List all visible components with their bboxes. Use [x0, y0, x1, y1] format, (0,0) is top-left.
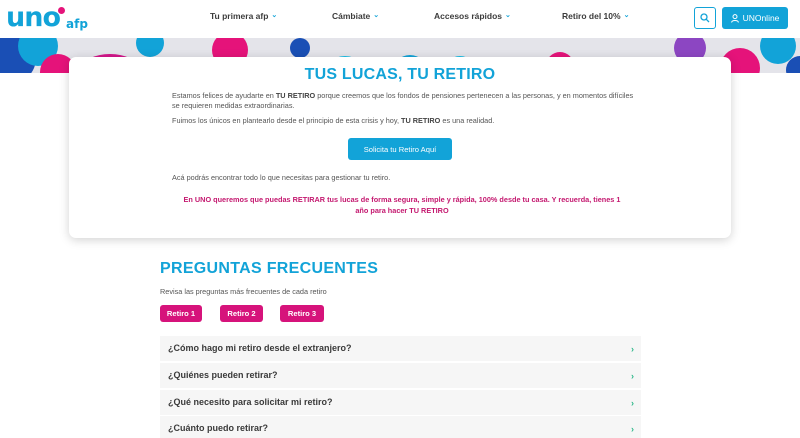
chevron-right-icon: ›	[631, 371, 634, 381]
faq-item[interactable]: ¿Cómo hago mi retiro desde el extranjero…	[160, 336, 641, 362]
context-text-c: es una realidad.	[440, 116, 495, 125]
chevron-down-icon: ⌄	[373, 12, 380, 19]
intro-text-a: Estamos felices de ayudarte en	[172, 91, 276, 100]
faq-subtitle: Revisa las preguntas más frecuentes de c…	[160, 287, 327, 296]
logo-dot	[58, 7, 65, 14]
nav-item-label: Cámbiate	[332, 11, 371, 21]
chevron-right-icon: ›	[631, 344, 634, 354]
nav-item-tu-primera-afp[interactable]: Tu primera afp ⌄	[210, 11, 277, 21]
nav-item-cambiate[interactable]: Cámbiate ⌄	[332, 11, 379, 21]
unonline-login-button[interactable]: UNOnline	[722, 7, 788, 29]
faq-question: ¿Quiénes pueden retirar?	[168, 370, 278, 380]
faq-item[interactable]: ¿Cuánto puedo retirar? ›	[160, 416, 641, 438]
tab-retiro-2[interactable]: Retiro 2	[220, 305, 263, 322]
logo-suffix: afp	[66, 17, 88, 31]
nav-item-label: Retiro del 10%	[562, 11, 621, 21]
intro-paragraph: Estamos felices de ayudarte en TU RETIRO…	[172, 91, 642, 110]
faq-title: PREGUNTAS FRECUENTES	[160, 260, 379, 277]
faq-question: ¿Cómo hago mi retiro desde el extranjero…	[168, 343, 352, 353]
faq-question: ¿Qué necesito para solicitar mi retiro?	[168, 397, 333, 407]
logo-wordmark: uno	[6, 2, 61, 33]
page: uno afp Tu primera afp ⌄ Cámbiate ⌄ Acce…	[0, 0, 800, 438]
tab-retiro-3[interactable]: Retiro 3	[280, 305, 324, 322]
faq-question: ¿Cuánto puedo retirar?	[168, 423, 269, 433]
user-icon	[730, 13, 739, 23]
nav-item-label: Accesos rápidos	[434, 11, 503, 21]
chevron-down-icon: ⌄	[505, 12, 511, 19]
retiro-info-card: TUS LUCAS, TU RETIRO Estamos felices de …	[69, 57, 731, 238]
nav-item-accesos-rapidos[interactable]: Accesos rápidos ⌄	[434, 11, 511, 21]
highlight-message: En UNO queremos que puedas RETIRAR tus l…	[183, 195, 621, 215]
nav-item-retiro-10[interactable]: Retiro del 10% ⌄	[562, 11, 629, 21]
chevron-right-icon: ›	[631, 398, 634, 408]
tab-retiro-1[interactable]: Retiro 1	[160, 305, 202, 322]
uno-afp-logo[interactable]: uno afp	[6, 3, 88, 35]
intro-text-bold: TU RETIRO	[275, 91, 316, 100]
context-paragraph: Fuimos los únicos en plantearlo desde el…	[172, 116, 642, 126]
chevron-down-icon: ⌄	[623, 12, 630, 19]
solicita-retiro-button[interactable]: Solicita tu Retiro Aquí	[348, 138, 452, 160]
faq-item[interactable]: ¿Qué necesito para solicitar mi retiro? …	[160, 390, 641, 416]
chevron-right-icon: ›	[631, 424, 634, 434]
chevron-down-icon: ⌄	[271, 12, 278, 19]
faq-item[interactable]: ¿Quiénes pueden retirar? ›	[160, 363, 641, 389]
context-text-a: Fuimos los únicos en plantearlo desde el…	[172, 116, 402, 125]
search-icon	[700, 13, 710, 23]
search-button[interactable]	[694, 7, 716, 29]
context-text-bold: TU RETIRO	[401, 116, 441, 125]
help-paragraph: Acá podrás encontrar todo lo que necesit…	[172, 173, 391, 182]
login-label: UNOnline	[742, 13, 780, 23]
top-navbar: uno afp Tu primera afp ⌄ Cámbiate ⌄ Acce…	[0, 0, 800, 38]
card-title: TUS LUCAS, TU RETIRO	[304, 66, 496, 83]
nav-item-label: Tu primera afp	[210, 11, 269, 21]
